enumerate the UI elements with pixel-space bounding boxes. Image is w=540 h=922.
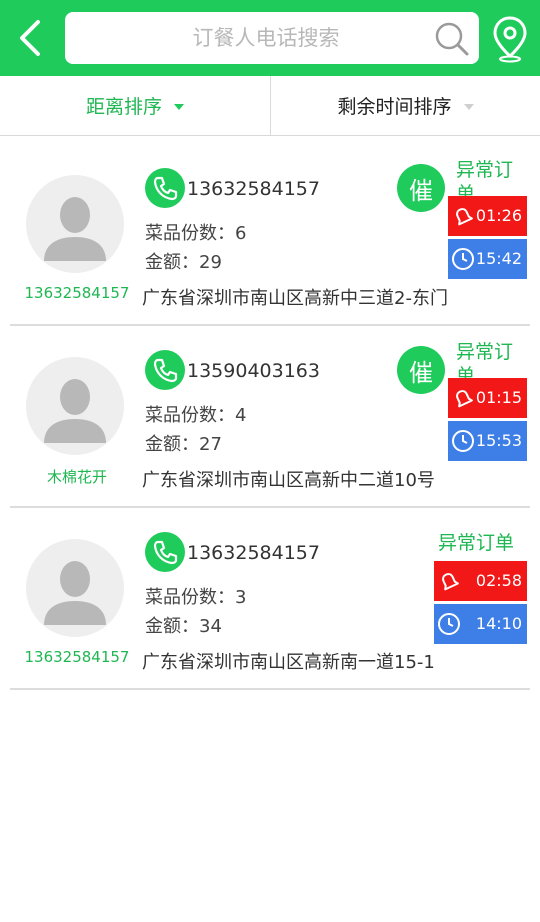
bell-icon	[456, 390, 473, 408]
map-button[interactable]	[490, 14, 530, 64]
phone-number: 13632584157	[187, 178, 320, 200]
remaining-time: 02:58	[475, 571, 522, 590]
top-bar	[0, 0, 540, 76]
delivery-address: 广东省深圳市南山区高新中三道2-东门	[142, 288, 448, 309]
urge-button[interactable]: 催	[397, 346, 445, 394]
sort-bar: 距离排序 剩余时间排序	[0, 76, 540, 136]
remaining-time: 01:15	[475, 388, 522, 407]
dish-count: 菜品份数：3	[145, 587, 247, 608]
phone-number: 13590403163	[187, 360, 320, 382]
sort-time-label: 剩余时间排序	[337, 96, 452, 118]
order-amount: 金额：29	[145, 252, 222, 273]
order-item[interactable]: 木棉花开 13590403163 菜品份数：4 金额：27 广东省深圳市南山区高…	[0, 326, 540, 508]
avatar	[26, 539, 124, 637]
avatar	[26, 175, 124, 273]
order-time-badge: 14:10	[434, 604, 527, 644]
sort-time-tab[interactable]: 剩余时间排序	[271, 76, 540, 135]
sort-distance-tab[interactable]: 距离排序	[0, 76, 270, 135]
remaining-time: 01:26	[475, 206, 522, 225]
customer-name: 木棉花开	[46, 468, 107, 486]
avatar	[26, 357, 124, 455]
order-amount: 金额：34	[145, 616, 222, 637]
search-icon[interactable]	[433, 20, 471, 58]
person-icon	[44, 561, 106, 625]
phone-number: 13632584157	[187, 542, 320, 564]
phone-icon	[153, 358, 178, 383]
customer-name: 13632584157	[24, 648, 130, 666]
order-time: 15:53	[475, 431, 522, 450]
abnormal-order-link[interactable]: 异常订单	[456, 158, 524, 198]
dish-count: 菜品份数：4	[145, 405, 247, 426]
call-button[interactable]	[145, 350, 185, 390]
phone-icon	[153, 176, 178, 201]
clock-icon	[438, 613, 460, 635]
order-time: 15:42	[475, 249, 522, 268]
customer-name: 13632584157	[24, 284, 130, 302]
order-amount: 金额：27	[145, 434, 222, 455]
caret-down-icon	[463, 103, 474, 110]
divider	[10, 688, 530, 690]
call-button[interactable]	[145, 168, 185, 208]
order-item[interactable]: 13632584157 13632584157 菜品份数：6 金额：29 广东省…	[0, 144, 540, 326]
caret-down-icon	[174, 103, 184, 110]
chevron-left-icon	[20, 20, 40, 56]
remaining-time-badge: 01:26	[448, 196, 527, 236]
bell-icon	[456, 208, 473, 226]
abnormal-order-link[interactable]: 异常订单	[456, 340, 524, 380]
order-time: 14:10	[475, 614, 522, 633]
order-time-badge: 15:42	[448, 239, 527, 279]
call-button[interactable]	[145, 532, 185, 572]
abnormal-order-link[interactable]: 异常订单	[438, 528, 514, 555]
search-box	[65, 12, 479, 64]
sort-distance-label: 距离排序	[85, 96, 162, 118]
bell-icon	[442, 573, 459, 591]
delivery-address: 广东省深圳市南山区高新中二道10号	[142, 470, 435, 491]
remaining-time-badge: 02:58	[434, 561, 527, 601]
urge-button[interactable]: 催	[397, 164, 445, 212]
clock-icon	[452, 248, 474, 270]
delivery-address: 广东省深圳市南山区高新南一道15-1	[142, 652, 435, 673]
search-input[interactable]	[65, 12, 427, 64]
order-time-badge: 15:53	[448, 421, 527, 461]
map-pin-icon	[493, 16, 527, 63]
back-button[interactable]	[8, 10, 52, 66]
clock-icon	[452, 430, 474, 452]
dish-count: 菜品份数：6	[145, 223, 247, 244]
phone-icon	[153, 540, 178, 565]
order-item[interactable]: 13632584157 13632584157 菜品份数：3 金额：34 广东省…	[0, 508, 540, 690]
person-icon	[44, 379, 106, 443]
person-icon	[44, 197, 106, 261]
remaining-time-badge: 01:15	[448, 378, 527, 418]
